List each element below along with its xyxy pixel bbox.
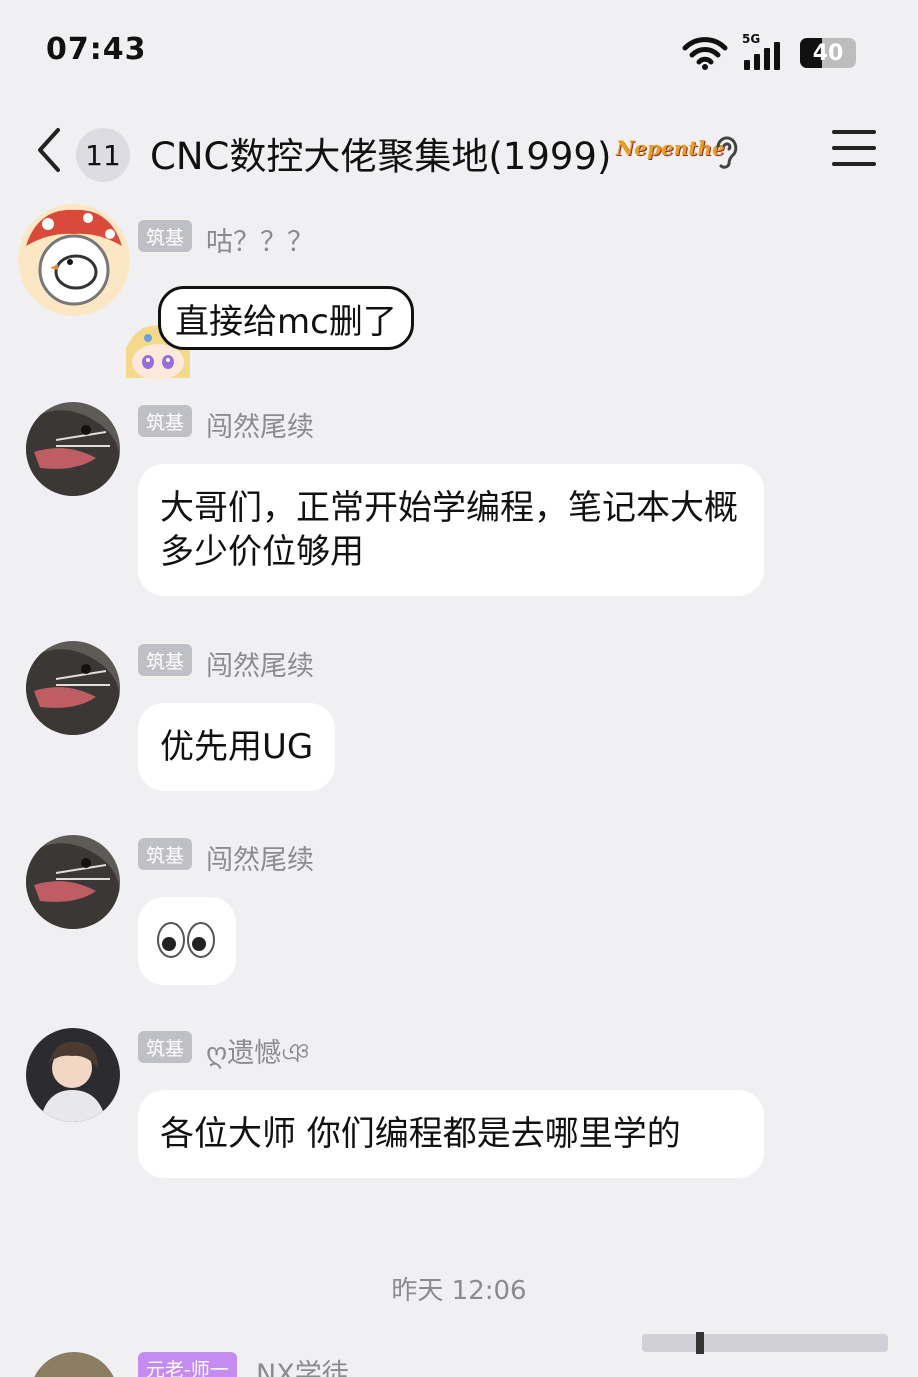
rank-tag: 筑基 xyxy=(138,220,193,252)
status-bar: 07:43 5G 40 xyxy=(0,0,918,100)
rank-tag: 元老-师一 xyxy=(138,1352,237,1377)
group-badge: Nepenthe xyxy=(616,136,725,160)
rank-tag: 筑基 xyxy=(138,405,193,437)
status-time: 07:43 xyxy=(46,32,147,67)
ear-icon[interactable] xyxy=(712,132,742,172)
time-divider: 昨天 12:06 xyxy=(391,1276,527,1306)
battery-icon: 40 xyxy=(800,38,856,68)
unread-count-badge[interactable]: 11 xyxy=(76,128,130,182)
sender-name[interactable]: 闯然尾续 xyxy=(206,644,314,683)
status-icons: 5G 40 xyxy=(682,32,856,70)
menu-button[interactable] xyxy=(832,130,876,170)
sender-name[interactable]: 咕？？？ xyxy=(206,220,314,259)
scroll-indicator xyxy=(642,1332,888,1354)
avatar[interactable] xyxy=(30,1352,118,1377)
message-bubble[interactable]: 大哥们，正常开始学编程，笔记本大概多少价位够用 xyxy=(138,464,764,596)
sender-name[interactable]: NX学徒 xyxy=(256,1352,349,1377)
avatar[interactable] xyxy=(26,402,120,496)
sender-name[interactable]: 闯然尾续 xyxy=(206,838,314,877)
sender-name[interactable]: 闯然尾续 xyxy=(206,405,314,444)
cellular-signal-icon: 5G xyxy=(742,32,786,70)
rank-tag: 筑基 xyxy=(138,838,193,870)
avatar[interactable] xyxy=(26,1028,120,1122)
sticker-caption[interactable]: 直接给mc删了 xyxy=(158,286,414,350)
chat-header: 11 CNC数控大佬聚集地(1999) Nepenthe xyxy=(0,108,918,192)
sender-name[interactable]: ღ遗憾ঞ xyxy=(206,1031,310,1078)
avatar[interactable] xyxy=(18,204,130,316)
group-title[interactable]: CNC数控大佬聚集地(1999) xyxy=(150,126,611,180)
message-bubble[interactable] xyxy=(138,897,236,985)
eyes-emoji-icon xyxy=(157,922,215,958)
rank-tag: 筑基 xyxy=(138,1031,193,1063)
battery-level: 40 xyxy=(812,40,844,66)
avatar[interactable] xyxy=(26,835,120,929)
wifi-icon xyxy=(682,37,728,70)
avatar[interactable] xyxy=(26,641,120,735)
message-bubble[interactable]: 各位大师 你们编程都是去哪里学的 xyxy=(138,1090,764,1178)
rank-tag: 筑基 xyxy=(138,644,193,676)
back-button[interactable] xyxy=(30,124,70,176)
message-bubble[interactable]: 优先用UG xyxy=(138,703,336,791)
